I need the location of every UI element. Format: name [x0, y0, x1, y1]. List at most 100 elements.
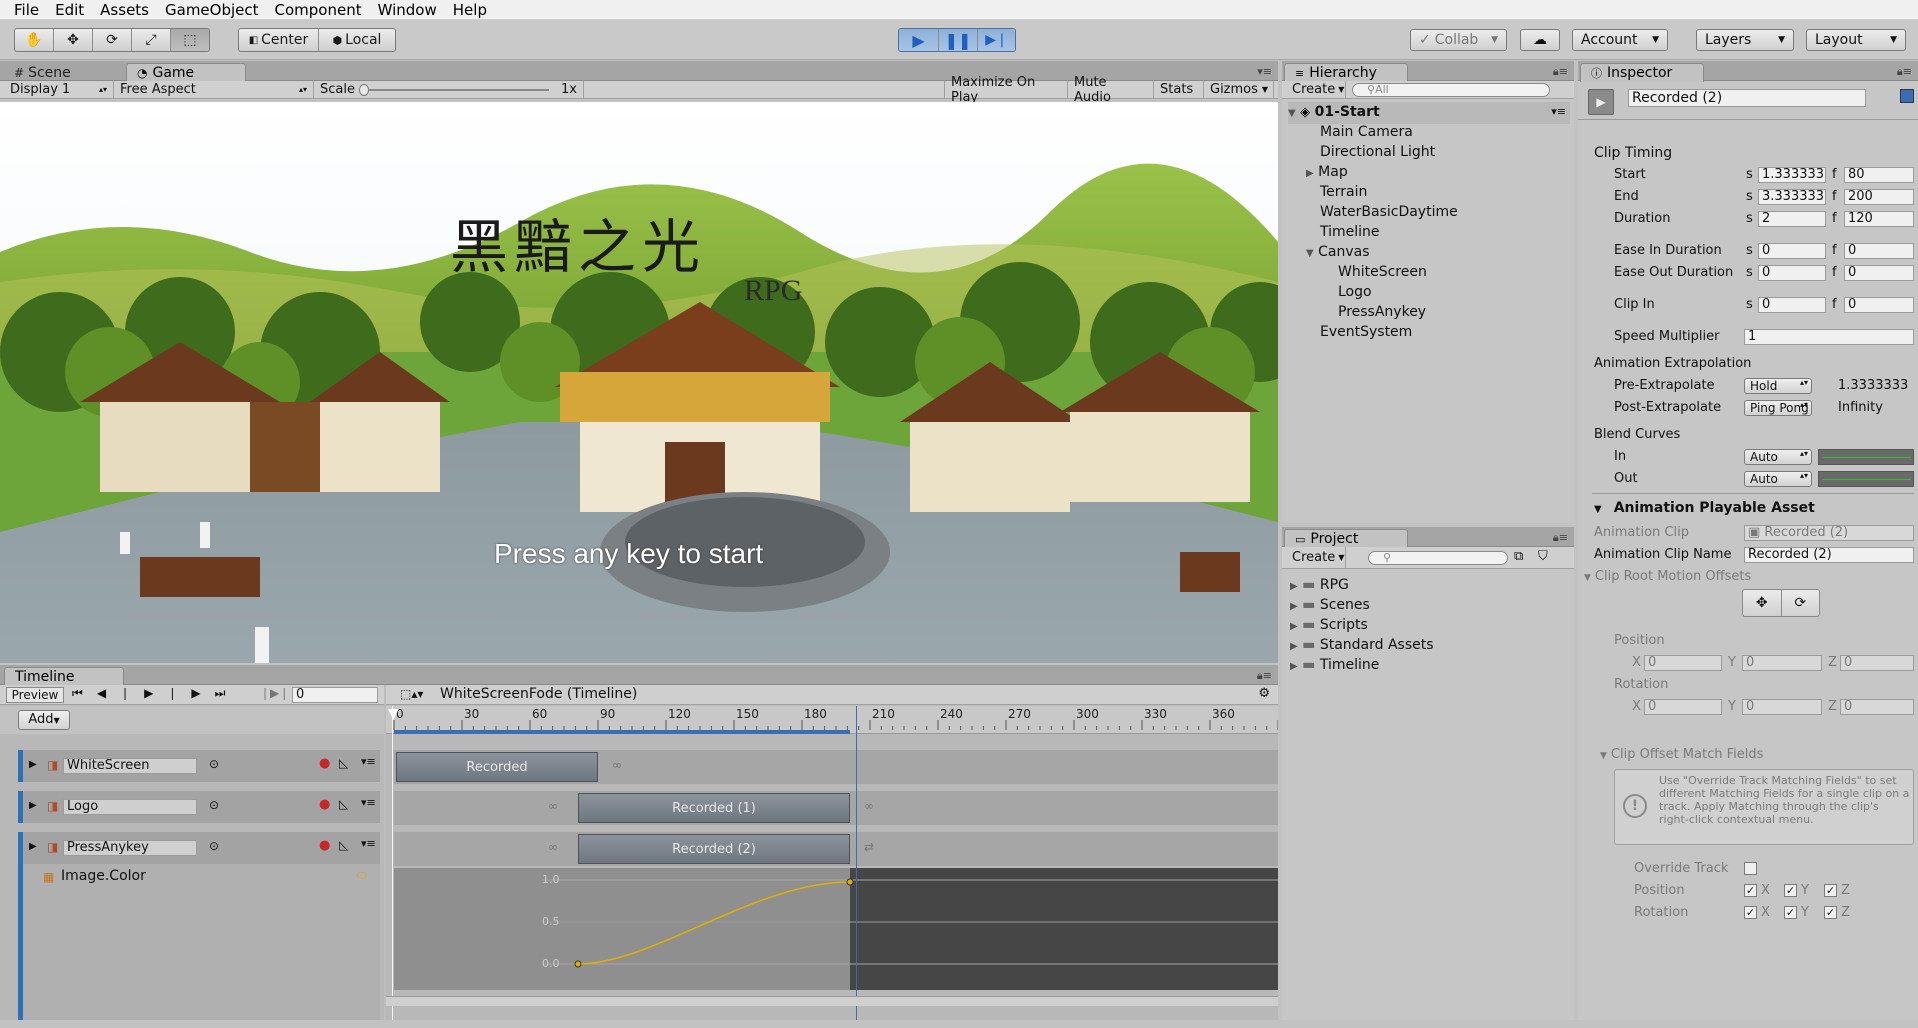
lock-icon[interactable]: 🔒︎≡ [1897, 65, 1912, 79]
hierarchy-item-directional-light[interactable]: Directional Light [1320, 142, 1435, 162]
stats-toggle[interactable]: Stats [1154, 81, 1204, 98]
hierarchy-item-whitescreen[interactable]: WhiteScreen [1338, 262, 1427, 282]
track-menu-icon[interactable]: ▾≡ [361, 796, 376, 809]
hierarchy-item-timeline[interactable]: Timeline [1320, 222, 1380, 242]
hierarchy-item-water[interactable]: WaterBasicDaytime [1320, 202, 1458, 222]
project-folder-timeline[interactable]: ▶ ▬ Timeline [1290, 655, 1379, 677]
ease-in-frames-field[interactable]: 0 [1844, 243, 1914, 259]
match-rotation-y-checkbox[interactable]: ✓ [1784, 906, 1797, 919]
end-frames-field[interactable]: 200 [1844, 189, 1914, 205]
pivot-center-button[interactable]: ◧ Center [239, 29, 319, 51]
record-icon[interactable]: ● [319, 756, 330, 771]
collapsed-arrow-icon[interactable]: ▶ [1290, 661, 1298, 672]
scale-slider-thumb[interactable] [358, 83, 369, 96]
move-tool-button[interactable]: ✥ [54, 29, 93, 51]
menu-edit[interactable]: Edit [47, 1, 92, 19]
play-button[interactable]: ▶ [899, 29, 939, 51]
post-extrapolate-dropdown[interactable]: Ping Pong [1744, 400, 1812, 416]
curves-icon[interactable]: ◺ [339, 797, 348, 811]
filter-type-icon[interactable]: ⧉ [1514, 549, 1523, 564]
hierarchy-item-logo[interactable]: Logo [1338, 282, 1372, 302]
display-dropdown[interactable]: Display 1 ▴▾ [4, 81, 114, 98]
lock-icon[interactable]: 🔒︎≡ [1257, 669, 1272, 683]
object-picker-icon[interactable]: ⊙ [209, 757, 219, 771]
collapsed-arrow-icon[interactable]: ▶ [1290, 581, 1298, 592]
pivot-local-button[interactable]: ⬢ Local [319, 29, 395, 51]
game-viewport[interactable]: 黑黯之光 RPG Press any key to start [0, 102, 1278, 663]
speed-multiplier-field[interactable]: 1 [1744, 329, 1914, 345]
match-position-z-checkbox[interactable]: ✓ [1824, 884, 1837, 897]
start-seconds-field[interactable]: 1.333333 [1758, 167, 1826, 183]
preview-toggle[interactable]: Preview [6, 687, 64, 703]
mute-audio-toggle[interactable]: Mute Audio [1068, 75, 1154, 105]
collapsed-arrow-icon[interactable]: ▶ [1290, 641, 1298, 652]
curve-editor[interactable]: 1.0 0.5 0.0 [394, 868, 1278, 990]
expand-arrow-icon[interactable]: ▶ [29, 841, 37, 852]
record-icon[interactable]: ● [319, 838, 330, 853]
collapsed-arrow-icon[interactable]: ▶ [1306, 168, 1314, 179]
ease-out-frames-field[interactable]: 0 [1844, 265, 1914, 281]
rotate-tool-button[interactable]: ⟳ [93, 29, 132, 51]
track-menu-icon[interactable]: ▾≡ [361, 755, 376, 768]
tab-hierarchy[interactable]: ≡ Hierarchy [1284, 63, 1408, 82]
gear-icon[interactable]: ⚙ [1258, 686, 1270, 701]
curves-icon[interactable]: ◺ [339, 756, 348, 770]
match-position-y-checkbox[interactable]: ✓ [1784, 884, 1797, 897]
hierarchy-item-canvas[interactable]: ▼ Canvas [1306, 242, 1370, 264]
tab-game[interactable]: ◔ Game [126, 63, 246, 82]
rotate-icon[interactable]: ⟳ [1782, 590, 1820, 616]
menu-gameobject[interactable]: GameObject [157, 1, 267, 19]
go-to-end-icon[interactable]: ⏭ [215, 686, 240, 700]
blend-out-dropdown[interactable]: Auto [1744, 471, 1812, 487]
pre-extrapolate-dropdown[interactable]: Hold [1744, 378, 1812, 394]
blend-out-curve-preview[interactable] [1818, 471, 1914, 487]
prev-frame-icon[interactable]: ◀❘ [97, 686, 144, 700]
track-header-logo[interactable]: ▶ ◨ Logo ⊙ ● ◺ ▾≡ [18, 791, 380, 823]
collapsed-arrow-icon[interactable]: ▶ [1290, 621, 1298, 632]
asset-selector-icon[interactable]: ⬚▴▾ [400, 687, 423, 701]
tab-timeline[interactable]: Timeline [4, 667, 124, 686]
rotation-z-field[interactable]: 0 [1840, 699, 1914, 715]
menu-component[interactable]: Component [267, 1, 370, 19]
match-rotation-x-checkbox[interactable]: ✓ [1744, 906, 1757, 919]
clip-recorded-1[interactable]: Recorded (1) [578, 793, 850, 823]
layout-dropdown[interactable]: Layout ▼ [1806, 29, 1906, 51]
lock-icon[interactable]: 🔒︎≡ [1553, 531, 1568, 545]
hierarchy-create-dropdown[interactable]: Create ▼ [1286, 81, 1346, 98]
ease-out-seconds-field[interactable]: 0 [1758, 265, 1826, 281]
project-create-dropdown[interactable]: Create ▼ [1286, 547, 1346, 568]
tab-scene[interactable]: # Scene [4, 63, 81, 82]
project-folder-scripts[interactable]: ▶ ▬ Scripts [1290, 615, 1368, 637]
match-fields-foldout[interactable]: ▼ Clip Offset Match Fields [1600, 747, 1763, 762]
layers-dropdown[interactable]: Layers ▼ [1696, 29, 1794, 51]
go-to-start-icon[interactable]: ⏮ [72, 686, 97, 700]
hierarchy-item-pressanykey[interactable]: PressAnykey [1338, 302, 1426, 322]
time-ruler[interactable]: 0 30 60 90 120 150 180 210 240 270 300 330 360 ▼ [386, 706, 1278, 734]
rect-tool-button[interactable]: ⬚ [171, 29, 209, 51]
next-frame-icon[interactable]: ❘▶ [167, 686, 214, 700]
hand-tool-button[interactable]: ✋ [15, 29, 54, 51]
menu-window[interactable]: Window [370, 1, 445, 19]
gizmos-dropdown[interactable]: Gizmos ▼ [1204, 81, 1274, 98]
tab-inspector[interactable]: ⓘ Inspector [1580, 63, 1704, 82]
scene-row[interactable]: ▼ ◈ 01-Start ▾≡ [1288, 102, 1570, 124]
collapsed-arrow-icon[interactable]: ▶ [1290, 601, 1298, 612]
help-book-icon[interactable] [1900, 89, 1914, 103]
start-frames-field[interactable]: 80 [1844, 167, 1914, 183]
scale-tool-button[interactable]: ⤢ [132, 29, 171, 51]
keyframe-icon[interactable]: ⬭ [357, 868, 367, 883]
end-seconds-field[interactable]: 3.333333 [1758, 189, 1826, 205]
clip-recorded[interactable]: Recorded [396, 752, 598, 782]
play-icon[interactable]: ▶ [144, 686, 167, 700]
step-button[interactable]: ▶❘ [978, 29, 1015, 51]
expand-arrow-icon[interactable]: ▶ [29, 800, 37, 811]
track-header-pressanykey[interactable]: ▶ ◨ PressAnykey ⊙ ● ◺ ▾≡ ▦ Image.Color ⬭ [18, 832, 380, 1020]
playable-asset-header[interactable]: ▼ Animation Playable Asset [1594, 500, 1815, 516]
menu-file[interactable]: File [6, 1, 47, 19]
rotation-y-field[interactable]: 0 [1742, 699, 1822, 715]
hierarchy-item-main-camera[interactable]: Main Camera [1320, 122, 1413, 142]
clip-recorded-2[interactable]: Recorded (2) [578, 834, 850, 864]
hierarchy-item-terrain[interactable]: Terrain [1320, 182, 1367, 202]
track-binding-field[interactable]: WhiteScreen [63, 758, 197, 774]
keyframe-end[interactable] [846, 878, 854, 886]
